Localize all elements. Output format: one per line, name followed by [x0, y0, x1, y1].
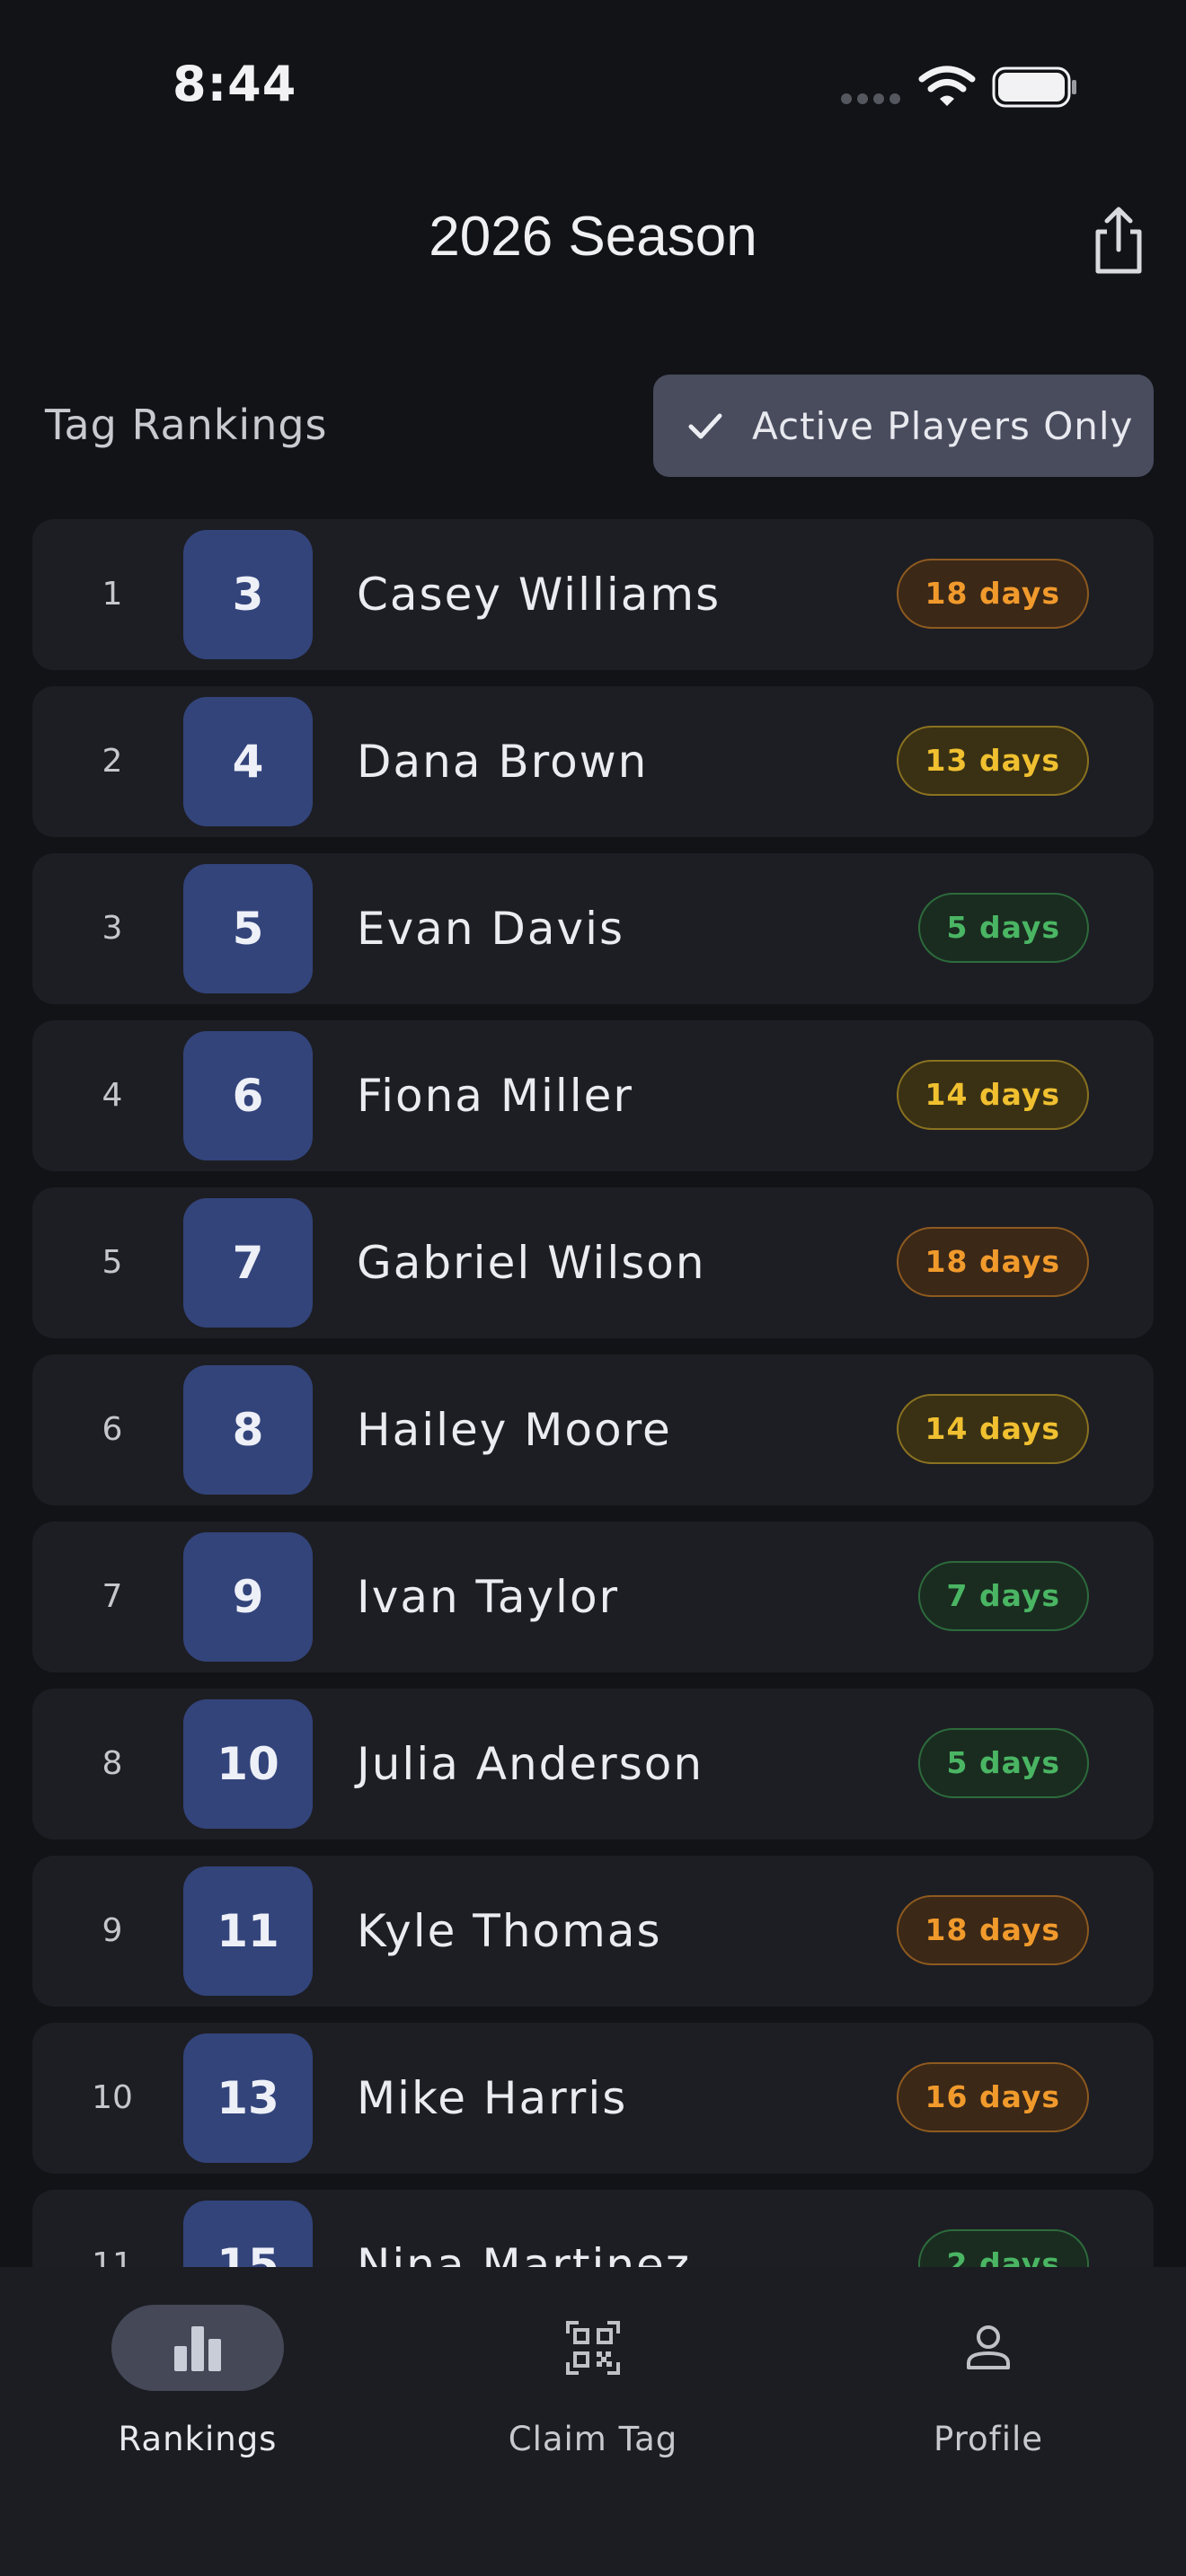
tag-number-badge: 8: [183, 1365, 313, 1495]
rank-number: 1: [102, 576, 123, 613]
tag-number-badge: 13: [183, 2033, 313, 2163]
nav-label-rankings: Rankings: [118, 2420, 278, 2458]
section-title: Tag Rankings: [45, 401, 328, 449]
ranking-row[interactable]: 6 8 Hailey Moore 14 days: [32, 1354, 1154, 1505]
nav-profile[interactable]: Profile: [854, 2267, 1123, 2465]
tag-number-badge: 5: [183, 864, 313, 993]
tag-number-badge: 9: [183, 1532, 313, 1662]
share-icon: [1095, 207, 1142, 274]
share-button[interactable]: [1087, 205, 1150, 277]
tag-number-badge: 7: [183, 1198, 313, 1328]
player-name: Hailey Moore: [357, 1404, 672, 1456]
status-time: 8:44: [173, 56, 297, 112]
ranking-row[interactable]: 7 9 Ivan Taylor 7 days: [32, 1522, 1154, 1672]
battery-icon: [992, 66, 1076, 108]
ranking-row[interactable]: 5 7 Gabriel Wilson 18 days: [32, 1187, 1154, 1338]
nav-rankings[interactable]: Rankings: [63, 2267, 332, 2465]
days-badge: 18 days: [896, 1227, 1089, 1297]
nav-claim-tag[interactable]: Claim Tag: [458, 2267, 728, 2465]
rank-number: 11: [92, 2246, 133, 2267]
ranking-row[interactable]: 1 3 Casey Williams 18 days: [32, 519, 1154, 670]
page-title: 2026 Season: [429, 206, 757, 268]
ranking-row[interactable]: 3 5 Evan Davis 5 days: [32, 853, 1154, 1004]
person-icon: [967, 2325, 1010, 2369]
filter-chip-label: Active Players Only: [752, 403, 1134, 448]
wifi-icon: [918, 66, 976, 106]
player-name: Mike Harris: [357, 2072, 628, 2124]
rank-number: 10: [92, 2079, 133, 2116]
checkmark-icon: [688, 413, 722, 439]
days-badge: 14 days: [896, 1394, 1089, 1464]
nav-label-claim-tag: Claim Tag: [508, 2420, 678, 2458]
player-name: Fiona Miller: [357, 1070, 633, 1122]
tag-number-badge: 11: [183, 1866, 313, 1996]
days-badge: 14 days: [896, 1060, 1089, 1130]
days-badge: 13 days: [896, 726, 1089, 796]
rank-number: 9: [102, 1912, 123, 1949]
rankings-list[interactable]: 1 3 Casey Williams 18 days 2 4 Dana Brown 13 da…: [0, 519, 1186, 2267]
player-name: Gabriel Wilson: [357, 1237, 706, 1289]
tag-number-badge: 15: [183, 2201, 313, 2267]
rank-number: 8: [102, 1745, 123, 1782]
days-badge: 5 days: [917, 1728, 1089, 1798]
player-name: Kyle Thomas: [357, 1905, 662, 1957]
days-badge: 7 days: [917, 1561, 1089, 1631]
ranking-row[interactable]: 4 6 Fiona Miller 14 days: [32, 1020, 1154, 1171]
days-badge: 18 days: [896, 1895, 1089, 1965]
tag-number-badge: 6: [183, 1031, 313, 1160]
player-name: Julia Anderson: [357, 1738, 704, 1790]
tag-number-badge: 4: [183, 697, 313, 826]
active-players-filter-chip[interactable]: Active Players Only: [653, 375, 1154, 477]
days-badge: 18 days: [896, 559, 1089, 629]
cellular-signal-icon: [841, 93, 900, 104]
rank-number: 2: [102, 743, 123, 780]
rank-number: 7: [102, 1578, 123, 1615]
nav-label-profile: Profile: [933, 2420, 1044, 2458]
bottom-navigation: Rankings Claim Tag Profile: [0, 2267, 1186, 2576]
tag-number-badge: 10: [183, 1699, 313, 1829]
player-name: Dana Brown: [357, 736, 649, 788]
rank-number: 4: [102, 1077, 123, 1114]
days-badge: 5 days: [917, 893, 1089, 963]
ranking-row[interactable]: 10 13 Mike Harris 16 days: [32, 2023, 1154, 2174]
days-badge: 2 days: [917, 2229, 1089, 2267]
tag-number-badge: 3: [183, 530, 313, 659]
status-bar: 8:44: [0, 0, 1186, 171]
bar-chart-icon: [174, 2326, 221, 2371]
rank-number: 6: [102, 1411, 123, 1448]
rank-number: 5: [102, 1244, 123, 1281]
player-name: Nina Martinez: [357, 2239, 692, 2267]
rank-number: 3: [102, 910, 123, 947]
player-name: Ivan Taylor: [357, 1571, 620, 1623]
qr-code-icon: [566, 2321, 620, 2375]
player-name: Evan Davis: [357, 903, 625, 955]
ranking-row[interactable]: 11 15 Nina Martinez 2 days: [32, 2190, 1154, 2267]
ranking-row[interactable]: 9 11 Kyle Thomas 18 days: [32, 1856, 1154, 2007]
player-name: Casey Williams: [357, 569, 721, 621]
days-badge: 16 days: [896, 2062, 1089, 2132]
ranking-row[interactable]: 8 10 Julia Anderson 5 days: [32, 1689, 1154, 1839]
ranking-row[interactable]: 2 4 Dana Brown 13 days: [32, 686, 1154, 837]
